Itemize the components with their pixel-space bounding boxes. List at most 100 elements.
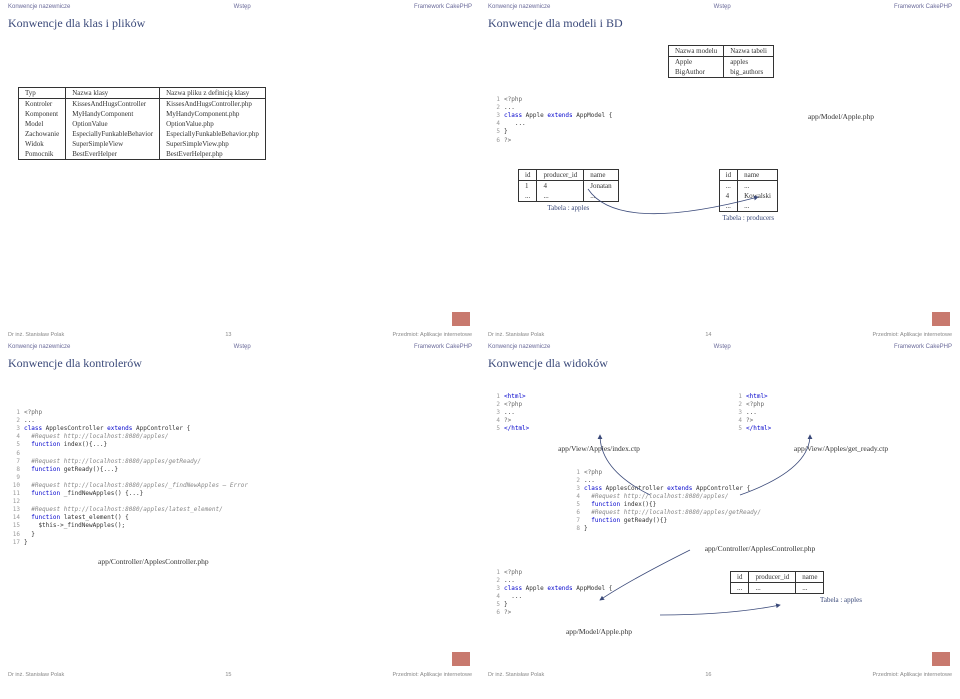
view2-code: 1<html> 2<?php 3... 4?> 5</html> <box>730 385 952 442</box>
nav-left: Konwencje nazewnicze <box>488 344 550 350</box>
producers-table: idname ...... 4Kowalski ...... <box>719 169 778 212</box>
cell: KissesAndHugsController <box>66 99 160 110</box>
slide-number: 16 <box>544 672 872 678</box>
cell: ... <box>738 201 778 212</box>
class-file-table: Typ Nazwa klasy Nazwa pliku z definicją … <box>18 87 266 160</box>
footer-subject: Przedmiot: Aplikacje internetowe <box>873 672 952 678</box>
cell: Kowalski <box>738 191 778 201</box>
controller-code: 1<?php 2... 3class ApplesController exte… <box>568 461 952 542</box>
th: producer_id <box>537 169 584 180</box>
producers-label: Tabela : producers <box>719 214 778 222</box>
th: Nazwa modelu <box>669 46 724 57</box>
th: Nazwa tabeli <box>724 46 774 57</box>
nav-bar: Konwencje nazewnicze Wstęp Framework Cak… <box>488 344 952 350</box>
controller-path: app/Controller/ApplesController.php <box>98 557 472 566</box>
cell: SuperSimpleView <box>66 139 160 149</box>
cell: ... <box>719 201 737 212</box>
nav-bar: Konwencje nazewnicze Wstęp Framework Cak… <box>488 4 952 10</box>
logo-icon <box>452 312 470 326</box>
cell: ... <box>537 191 584 202</box>
th: id <box>731 571 749 582</box>
footer-subject: Przedmiot: Aplikacje internetowe <box>873 332 952 338</box>
nav-mid: Wstęp <box>234 4 251 10</box>
controller-code: 1<?php 2... 3class ApplesController exte… <box>8 401 472 555</box>
model-code: 1<?php 2... 3class Apple extends AppMode… <box>488 561 710 626</box>
model-code: 1<?php 2... 3class Apple extends AppMode… <box>488 88 710 153</box>
view2-path: app/View/Apples/get_ready.ctp <box>730 444 952 453</box>
th: id <box>719 169 737 180</box>
cell: BestEverHelper.php <box>160 149 266 160</box>
cell: Jonatan <box>584 180 618 191</box>
footer-author: Dr inż. Stanisław Polak <box>8 672 64 678</box>
cell: ... <box>584 191 618 202</box>
apples-label: Tabela : apples <box>730 596 952 604</box>
nav-left: Konwencje nazewnicze <box>8 4 70 10</box>
cell: BestEverHelper <box>66 149 160 160</box>
slide-14: Konwencje nazewnicze Wstęp Framework Cak… <box>480 0 960 340</box>
cell: Pomocnik <box>19 149 66 160</box>
cell: EspeciallyFunkableBehavior <box>66 129 160 139</box>
th-typ: Typ <box>19 88 66 99</box>
cell: 4 <box>719 191 737 201</box>
nav-right: Framework CakePHP <box>414 4 472 10</box>
cell: big_authors <box>724 67 774 78</box>
footer-author: Dr inż. Stanisław Polak <box>488 332 544 338</box>
nav-right: Framework CakePHP <box>894 344 952 350</box>
nav-right: Framework CakePHP <box>414 344 472 350</box>
view1-code: 1<html> 2<?php 3... 4?> 5</html> <box>488 385 710 442</box>
footer-subject: Przedmiot: Aplikacje internetowe <box>393 672 472 678</box>
footer: Dr inż. Stanisław Polak 13 Przedmiot: Ap… <box>8 332 472 338</box>
view1-path: app/View/Apples/index.ctp <box>488 444 710 453</box>
th-plik: Nazwa pliku z definicją klasy <box>160 88 266 99</box>
logo-icon <box>932 652 950 666</box>
cell: MyHandyComponent <box>66 109 160 119</box>
slide-title: Konwencje dla klas i plików <box>8 16 472 31</box>
logo-icon <box>452 652 470 666</box>
footer: Dr inż. Stanisław Polak 16 Przedmiot: Ap… <box>488 672 952 678</box>
cell: ... <box>731 582 749 593</box>
cell: ... <box>738 180 778 191</box>
slide-title: Konwencje dla kontrolerów <box>8 356 472 371</box>
cell: SuperSimpleView.php <box>160 139 266 149</box>
nav-right: Framework CakePHP <box>894 4 952 10</box>
slide-13: Konwencje nazewnicze Wstęp Framework Cak… <box>0 0 480 340</box>
nav-left: Konwencje nazewnicze <box>488 4 550 10</box>
cell: Widok <box>19 139 66 149</box>
slide-title: Konwencje dla widoków <box>488 356 952 371</box>
footer: Dr inż. Stanisław Polak 15 Przedmiot: Ap… <box>8 672 472 678</box>
slide-16: Konwencje nazewnicze Wstęp Framework Cak… <box>480 340 960 680</box>
nav-mid: Wstęp <box>234 344 251 350</box>
cell: ... <box>749 582 796 593</box>
cell: Kontroler <box>19 99 66 110</box>
cell: MyHandyComponent.php <box>160 109 266 119</box>
nav-bar: Konwencje nazewnicze Wstęp Framework Cak… <box>8 4 472 10</box>
cell: KissesAndHugsController.php <box>160 99 266 110</box>
controller-path: app/Controller/ApplesController.php <box>568 544 952 553</box>
cell: OptionValue.php <box>160 119 266 129</box>
cell: OptionValue <box>66 119 160 129</box>
cell: 4 <box>537 180 584 191</box>
footer-author: Dr inż. Stanisław Polak <box>488 672 544 678</box>
apples-table: idproducer_idname 14Jonatan ......... <box>518 169 619 202</box>
th-klasa: Nazwa klasy <box>66 88 160 99</box>
footer-subject: Przedmiot: Aplikacje internetowe <box>393 332 472 338</box>
slide-number: 13 <box>64 332 392 338</box>
th: producer_id <box>749 571 796 582</box>
model-table-map: Nazwa modeluNazwa tabeli Appleapples Big… <box>668 45 774 78</box>
th: id <box>519 169 537 180</box>
nav-mid: Wstęp <box>714 4 731 10</box>
nav-left: Konwencje nazewnicze <box>8 344 70 350</box>
cell: ... <box>519 191 537 202</box>
cell: EspeciallyFunkableBehavior.php <box>160 129 266 139</box>
th: name <box>584 169 618 180</box>
th: name <box>738 169 778 180</box>
cell: ... <box>719 180 737 191</box>
apples-label: Tabela : apples <box>518 204 619 212</box>
model-path: app/Model/Apple.php <box>488 627 710 636</box>
nav-mid: Wstęp <box>714 344 731 350</box>
cell: Zachowanie <box>19 129 66 139</box>
cell: Apple <box>669 57 724 68</box>
slide-title: Konwencje dla modeli i BD <box>488 16 952 31</box>
footer: Dr inż. Stanisław Polak 14 Przedmiot: Ap… <box>488 332 952 338</box>
cell: Model <box>19 119 66 129</box>
